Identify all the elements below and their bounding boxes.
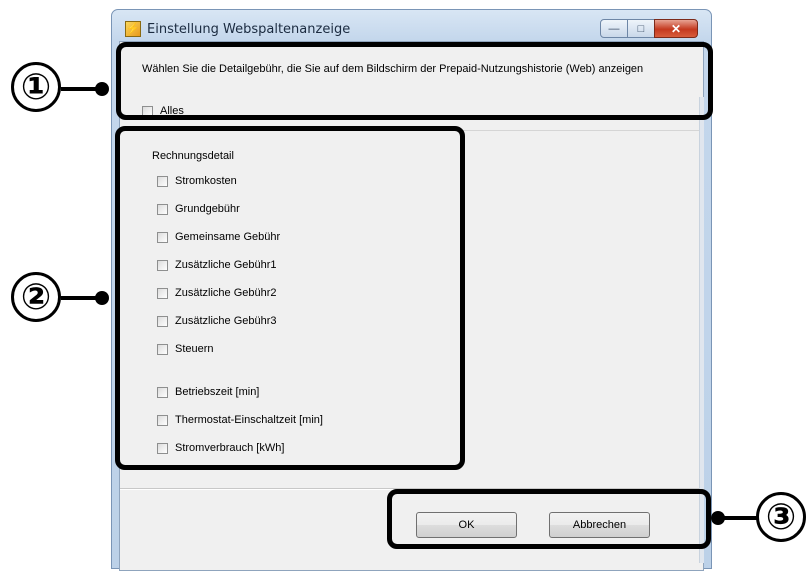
caption-buttons: — □ ✕ xyxy=(600,19,698,38)
minimize-button[interactable]: — xyxy=(600,19,628,38)
callout-dot-one xyxy=(95,82,109,96)
window-title: Einstellung Webspaltenanzeige xyxy=(147,22,351,37)
callout-number-three: ③ xyxy=(756,492,806,542)
callout-frame-one xyxy=(116,42,713,120)
callout-frame-three xyxy=(387,489,711,549)
settings-lightning-icon: ⚡ xyxy=(125,21,141,37)
callout-number-two: ② xyxy=(11,272,61,322)
callout-dot-two xyxy=(95,291,109,305)
callout-frame-two xyxy=(115,126,465,470)
callout-number-one: ① xyxy=(11,62,61,112)
close-button[interactable]: ✕ xyxy=(654,19,698,38)
callout-leader-three xyxy=(718,516,758,520)
maximize-button[interactable]: □ xyxy=(627,19,655,38)
title-bar[interactable]: ⚡ Einstellung Webspaltenanzeige — □ ✕ xyxy=(112,10,711,38)
